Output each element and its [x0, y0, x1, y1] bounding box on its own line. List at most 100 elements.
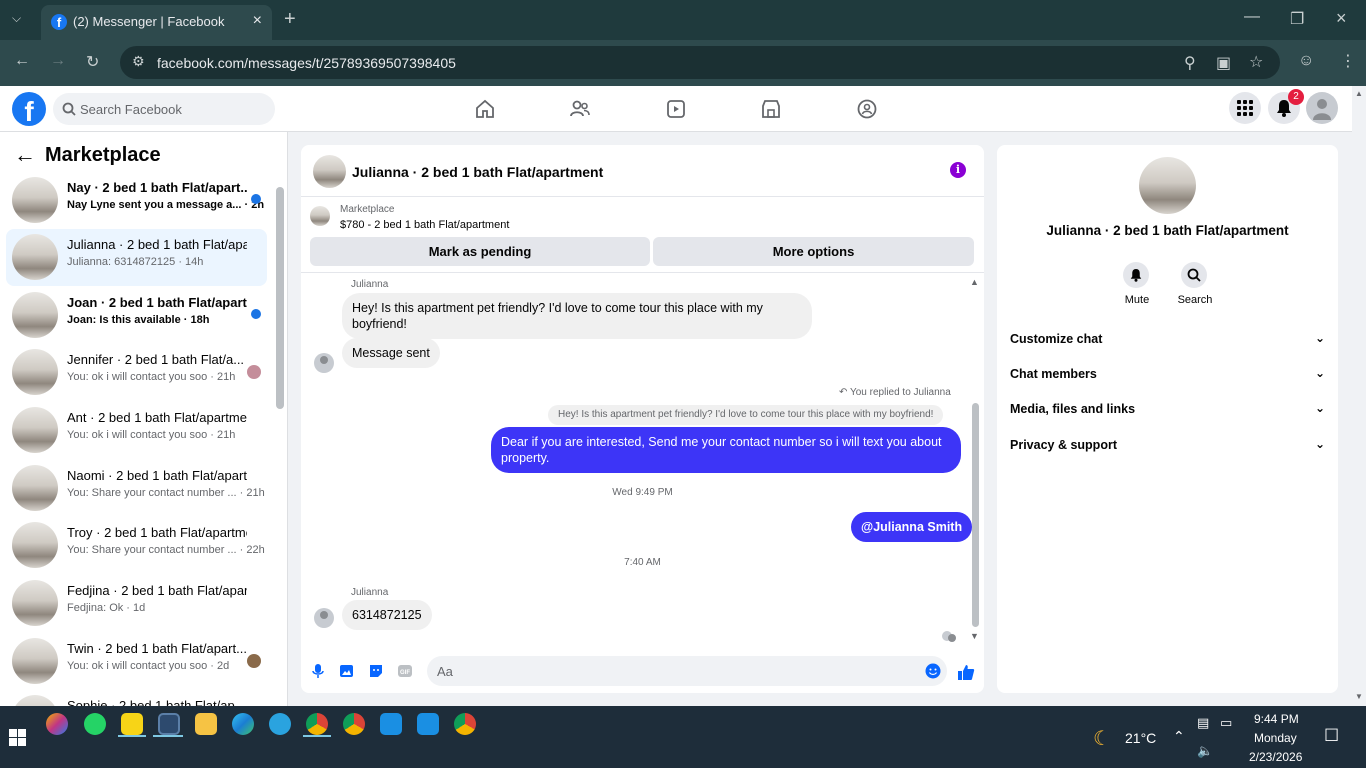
customize-chat-section[interactable]: Customize chat ⌄ — [1010, 331, 1325, 346]
scroll-down-icon[interactable]: ▼ — [970, 631, 979, 641]
account-avatar[interactable] — [1306, 92, 1338, 124]
search-in-chat-button[interactable] — [1181, 262, 1207, 288]
incoming-message[interactable]: Message sent — [342, 338, 440, 368]
notification-center-icon[interactable]: ☐ — [1324, 726, 1339, 746]
listing-avatar-large[interactable] — [1139, 157, 1196, 214]
listing-detail[interactable]: $780 - 2 bed 1 bath Flat/apartment — [340, 219, 509, 231]
volume-icon[interactable]: 🔈 — [1197, 743, 1213, 759]
chrome-icon[interactable] — [454, 713, 476, 735]
more-options-button[interactable]: More options — [653, 237, 974, 266]
video-icon[interactable] — [665, 98, 687, 120]
sidebar-title: Marketplace — [45, 144, 161, 166]
profile-icon[interactable]: ☺ — [1298, 52, 1314, 70]
temperature[interactable]: 21°C — [1125, 730, 1156, 746]
chevron-down-icon: ⌄ — [1314, 437, 1325, 451]
scroll-down-icon[interactable]: ▼ — [1355, 692, 1363, 701]
address-bar[interactable]: ⚙ facebook.com/messages/t/25789369507398… — [120, 46, 1280, 79]
conversation-item[interactable]: Twin · 2 bed 1 bath Flat/apart... You: o… — [6, 633, 267, 690]
gif-icon[interactable]: GIF — [397, 663, 413, 679]
clock-day[interactable]: Monday — [1254, 731, 1297, 745]
conversation-item[interactable]: Joan · 2 bed 1 bath Flat/apart... Joan: … — [6, 287, 267, 344]
conversation-item[interactable]: Ant · 2 bed 1 bath Flat/apartment You: o… — [6, 402, 267, 459]
install-app-icon[interactable]: ▣ — [1216, 53, 1231, 73]
back-icon[interactable]: ← — [14, 52, 30, 70]
whatsapp-icon[interactable] — [84, 713, 106, 735]
chrome-icon[interactable] — [306, 713, 328, 735]
telegram-icon[interactable] — [269, 713, 291, 735]
outgoing-message[interactable]: @Julianna Smith — [851, 512, 973, 542]
tab-search-icon[interactable]: ⌵ — [12, 11, 21, 26]
quoted-message[interactable]: Hey! Is this apartment pet friendly? I'd… — [548, 405, 944, 425]
zoom-icon[interactable]: ⚲ — [1184, 53, 1196, 73]
listing-thumbnail[interactable] — [310, 206, 330, 226]
microphone-icon[interactable] — [310, 663, 326, 679]
network-icon[interactable]: ▤ — [1197, 715, 1209, 731]
restore-icon[interactable]: ❐ — [1290, 9, 1304, 29]
conversation-item[interactable]: Nay · 2 bed 1 bath Flat/apart... Nay Lyn… — [6, 172, 267, 229]
incoming-message[interactable]: Hey! Is this apartment pet friendly? I'd… — [342, 293, 812, 339]
forward-icon[interactable]: → — [50, 52, 66, 70]
sidebar-scrollbar[interactable] — [276, 187, 284, 409]
like-thumb-icon[interactable] — [957, 663, 975, 681]
menu-grid-button[interactable] — [1229, 92, 1261, 124]
emoji-icon[interactable] — [925, 663, 941, 679]
facebook-logo[interactable]: f — [12, 92, 46, 127]
edge-icon[interactable] — [232, 713, 254, 735]
info-icon[interactable]: i — [950, 162, 966, 178]
chat-avatar[interactable] — [313, 155, 346, 188]
unread-dot — [251, 194, 261, 204]
listing-avatar — [12, 234, 58, 280]
reload-icon[interactable]: ↻ — [86, 52, 99, 72]
conversation-item[interactable]: Sophie · 2 bed 1 bath Flat/ap... — [6, 690, 267, 706]
clock-time[interactable]: 9:44 PM — [1254, 712, 1299, 726]
display-icon[interactable]: ▭ — [1220, 715, 1232, 731]
privacy-support-section[interactable]: Privacy & support ⌄ — [1010, 437, 1325, 452]
conversation-item[interactable]: Fedjina · 2 bed 1 bath Flat/apart... Fed… — [6, 575, 267, 632]
sticky-notes-icon[interactable] — [121, 713, 143, 735]
app-icon[interactable] — [380, 713, 402, 735]
chrome-icon[interactable] — [343, 713, 365, 735]
listing-avatar — [12, 177, 58, 223]
scroll-up-icon[interactable]: ▲ — [970, 277, 979, 287]
marketplace-icon[interactable] — [760, 98, 782, 120]
minimize-icon[interactable]: — — [1244, 8, 1260, 26]
chat-scrollbar[interactable] — [972, 403, 979, 627]
sticker-icon[interactable] — [368, 663, 384, 679]
close-window-icon[interactable]: × — [1336, 8, 1347, 29]
chat-title[interactable]: Julianna · 2 bed 1 bath Flat/apartment — [352, 164, 603, 180]
message-input[interactable]: Aa — [427, 656, 947, 686]
back-arrow-icon[interactable]: ← — [14, 142, 36, 168]
site-info-icon[interactable]: ⚙ — [132, 53, 145, 70]
menu-kebab-icon[interactable]: ⋮ — [1340, 51, 1356, 71]
home-icon[interactable] — [474, 98, 496, 120]
groups-icon[interactable] — [856, 98, 878, 120]
mark-as-pending-button[interactable]: Mark as pending — [310, 237, 650, 266]
conversation-item[interactable]: Troy · 2 bed 1 bath Flat/apartme... You:… — [6, 517, 267, 574]
copilot-icon[interactable] — [46, 713, 68, 735]
bookmark-star-icon[interactable]: ☆ — [1249, 52, 1263, 72]
friends-icon[interactable] — [569, 98, 591, 120]
mute-button[interactable] — [1123, 262, 1149, 288]
conversation-item[interactable]: Julianna · 2 bed 1 bath Flat/apar... Jul… — [6, 229, 267, 286]
outgoing-message[interactable]: Dear if you are interested, Send me your… — [491, 427, 961, 473]
clock-date[interactable]: 2/23/2026 — [1249, 750, 1302, 764]
photo-icon[interactable] — [339, 663, 355, 679]
new-tab-icon[interactable]: + — [284, 8, 296, 31]
chevron-up-icon[interactable]: ⌃ — [1173, 728, 1185, 745]
windows-start-icon[interactable] — [9, 729, 26, 746]
remote-app-icon[interactable] — [158, 713, 180, 735]
chat-members-section[interactable]: Chat members ⌄ — [1010, 366, 1325, 381]
weather-moon-icon[interactable]: ☾ — [1093, 726, 1111, 751]
scroll-up-icon[interactable]: ▲ — [1355, 89, 1363, 98]
close-tab-icon[interactable]: × — [253, 12, 262, 30]
conversation-item[interactable]: Jennifer · 2 bed 1 bath Flat/a... You: o… — [6, 344, 267, 401]
page-scrollbar[interactable]: ▲ ▼ — [1352, 86, 1366, 706]
app-icon[interactable] — [417, 713, 439, 735]
incoming-message[interactable]: 6314872125 — [342, 600, 432, 630]
file-explorer-icon[interactable] — [195, 713, 217, 735]
conversation-item[interactable]: Naomi · 2 bed 1 bath Flat/apart... You: … — [6, 460, 267, 517]
browser-tab[interactable]: f (2) Messenger | Facebook × — [41, 5, 272, 40]
media-files-links-section[interactable]: Media, files and links ⌄ — [1010, 401, 1325, 416]
search-facebook-input[interactable]: Search Facebook — [53, 93, 275, 125]
conversation-preview: Nay Lyne sent you a message a... · 2h — [67, 199, 265, 211]
